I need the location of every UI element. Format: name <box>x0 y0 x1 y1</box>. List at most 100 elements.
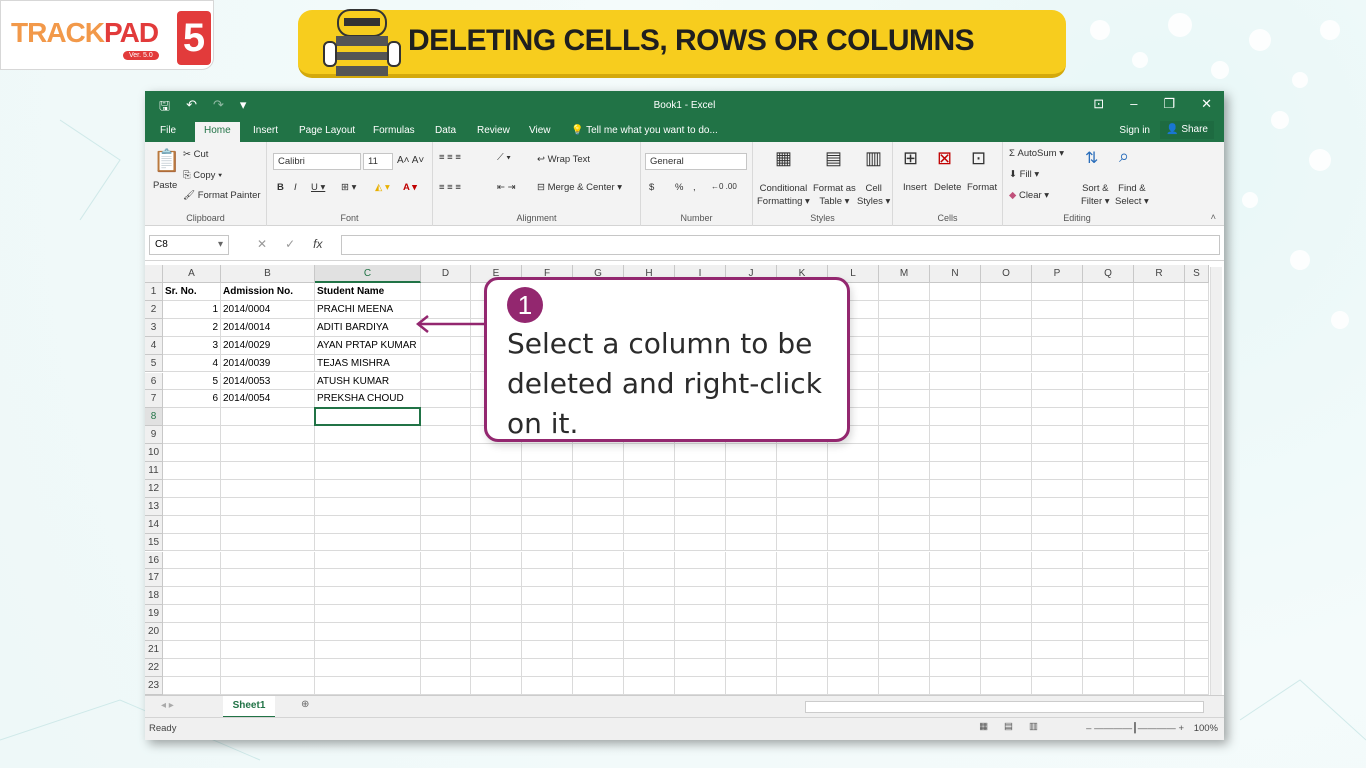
grid-cell[interactable] <box>1185 497 1209 516</box>
grid-cell[interactable] <box>879 336 930 355</box>
grid-cell[interactable] <box>726 444 777 462</box>
grid-cell[interactable] <box>221 479 315 498</box>
grid-cell[interactable] <box>1185 515 1209 534</box>
grid-cell[interactable] <box>1185 569 1209 588</box>
grid-cell[interactable] <box>1134 318 1185 337</box>
grid-cell[interactable] <box>1032 318 1083 337</box>
grid-cell[interactable] <box>1032 462 1083 480</box>
comma-button[interactable]: , <box>693 182 696 193</box>
cell-styles-icon[interactable]: ▥ <box>865 148 882 169</box>
grid-cell[interactable] <box>624 641 675 659</box>
vertical-scrollbar[interactable] <box>1210 267 1222 695</box>
tell-me-search[interactable]: 💡 Tell me what you want to do... <box>571 125 718 136</box>
table-cell[interactable]: 5 <box>163 372 221 391</box>
grid-cell[interactable] <box>675 587 726 606</box>
grid-cell[interactable] <box>624 605 675 624</box>
grid-cell[interactable] <box>1134 533 1185 552</box>
grid-cell[interactable] <box>675 444 726 462</box>
grid-cell[interactable] <box>675 462 726 480</box>
table-cell[interactable]: TEJAS MISHRA <box>315 354 421 373</box>
conditional-formatting-button[interactable]: Conditional Formatting ▾ <box>757 182 810 208</box>
grid-cell[interactable] <box>573 605 624 624</box>
grid-cell[interactable] <box>573 569 624 588</box>
collapse-ribbon-icon[interactable]: ˄ <box>1210 212 1216 223</box>
grid-cell[interactable] <box>421 444 471 462</box>
grid-cell[interactable] <box>1083 479 1134 498</box>
grid-cell[interactable] <box>879 444 930 462</box>
bold-button[interactable]: B <box>277 182 284 193</box>
grid-cell[interactable] <box>471 551 522 570</box>
row-header-23[interactable]: 23 <box>145 676 163 695</box>
row-header-22[interactable]: 22 <box>145 658 163 677</box>
magnifier-icon[interactable]: ⌕ <box>1119 146 1129 167</box>
grid-cell[interactable] <box>1134 569 1185 588</box>
grid-cell[interactable] <box>1185 605 1209 624</box>
grid-cell[interactable] <box>981 283 1032 301</box>
grid-cell[interactable] <box>624 551 675 570</box>
tab-view[interactable]: View <box>529 125 551 136</box>
grid-cell[interactable] <box>163 605 221 624</box>
grid-cell[interactable] <box>471 658 522 677</box>
grid-cell[interactable] <box>624 462 675 480</box>
column-header-s[interactable]: S <box>1185 265 1209 283</box>
grid-cell[interactable] <box>163 587 221 606</box>
grid-cell[interactable] <box>1134 479 1185 498</box>
grid-cell[interactable] <box>1032 372 1083 391</box>
italic-button[interactable]: I <box>294 182 297 193</box>
grid-cell[interactable] <box>471 444 522 462</box>
grid-cell[interactable] <box>930 533 981 552</box>
align-left-icons[interactable]: ≡ ≡ ≡ <box>439 182 461 193</box>
table-cell[interactable]: 2 <box>163 318 221 337</box>
grid-cell[interactable] <box>828 605 879 624</box>
grid-cell[interactable] <box>1185 390 1209 409</box>
grid-cell[interactable] <box>675 641 726 659</box>
orientation-icon[interactable]: ⟋ ▾ <box>497 152 511 163</box>
format-as-table-icon[interactable]: ▤ <box>825 148 842 169</box>
table-cell[interactable]: Admission No. <box>221 283 315 301</box>
grid-cell[interactable] <box>1185 623 1209 641</box>
grid-cell[interactable] <box>777 462 828 480</box>
grid-cell[interactable] <box>221 426 315 445</box>
grid-cell[interactable] <box>1083 462 1134 480</box>
row-header-8[interactable]: 8 <box>145 408 163 427</box>
grid-cell[interactable] <box>163 479 221 498</box>
grid-cell[interactable] <box>675 551 726 570</box>
grid-cell[interactable] <box>981 569 1032 588</box>
zoom-level[interactable]: 100% <box>1194 723 1218 734</box>
align-top-icons[interactable]: ≡ ≡ ≡ <box>439 152 461 163</box>
table-cell[interactable]: ATUSH KUMAR <box>315 372 421 391</box>
grid-cell[interactable] <box>1032 283 1083 301</box>
insert-cells-button[interactable]: Insert <box>903 182 927 193</box>
grid-cell[interactable] <box>879 623 930 641</box>
grid-cell[interactable] <box>879 462 930 480</box>
grid-cell[interactable] <box>1134 444 1185 462</box>
grid-cell[interactable] <box>421 515 471 534</box>
grid-cell[interactable] <box>1185 479 1209 498</box>
column-header-q[interactable]: Q <box>1083 265 1134 283</box>
format-cells-icon[interactable]: ⊡ <box>971 148 986 169</box>
grid-cell[interactable] <box>879 300 930 319</box>
grid-cell[interactable] <box>315 569 421 588</box>
grid-cell[interactable] <box>777 569 828 588</box>
grid-cell[interactable] <box>930 641 981 659</box>
insert-cells-icon[interactable]: ⊞ <box>903 148 918 169</box>
grid-cell[interactable] <box>828 479 879 498</box>
grid-cell[interactable] <box>726 587 777 606</box>
grid-cell[interactable] <box>981 587 1032 606</box>
grid-cell[interactable] <box>930 426 981 445</box>
grid-cell[interactable] <box>879 318 930 337</box>
row-header-10[interactable]: 10 <box>145 444 163 462</box>
table-cell[interactable]: AYAN PRTAP KUMAR <box>315 336 421 355</box>
grid-cell[interactable] <box>777 676 828 695</box>
grid-cell[interactable] <box>315 658 421 677</box>
grid-cell[interactable] <box>624 497 675 516</box>
grid-cell[interactable] <box>315 497 421 516</box>
grid-cell[interactable] <box>221 623 315 641</box>
percent-button[interactable]: % <box>675 182 683 193</box>
grid-cell[interactable] <box>1134 515 1185 534</box>
grid-cell[interactable] <box>221 408 315 427</box>
fill-button[interactable]: ⬇ Fill ▾ <box>1009 169 1039 180</box>
grid-cell[interactable] <box>221 676 315 695</box>
grid-cell[interactable] <box>1083 587 1134 606</box>
table-cell[interactable]: ADITI BARDIYA <box>315 318 421 337</box>
